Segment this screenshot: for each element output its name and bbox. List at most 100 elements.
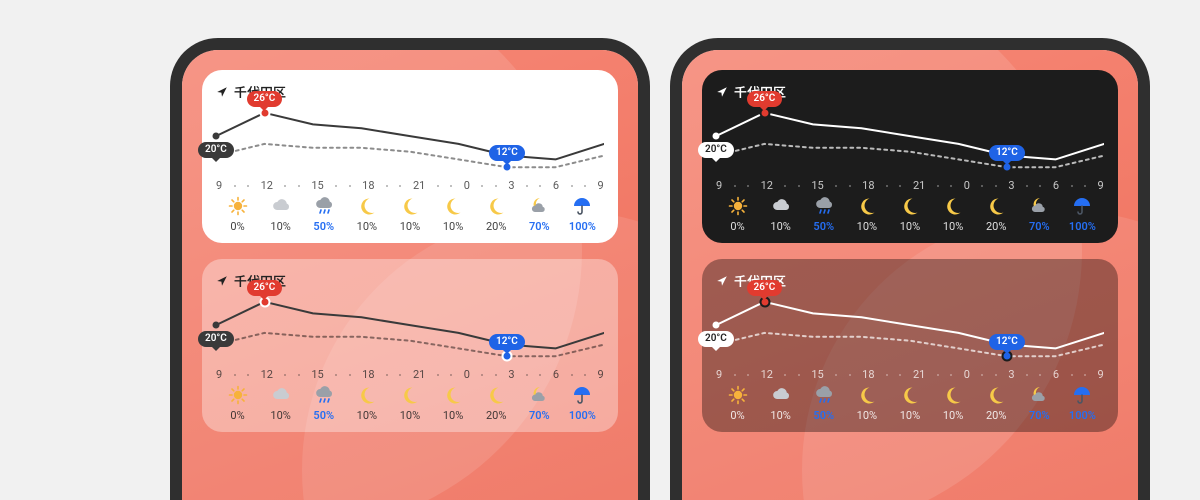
sun-icon (728, 385, 748, 405)
precip-value: 10% (388, 409, 431, 422)
condition-cell (802, 196, 845, 216)
precip-value: 10% (888, 220, 931, 233)
phone-frame-light: 千代田区 20°C 26°C 12°C 9121518210369 0%10%5… (170, 38, 650, 500)
widget-stack: 千代田区 20°C 26°C 12°C 9121518210369 0%10%5… (182, 50, 638, 500)
hour-label: 9 (216, 179, 222, 192)
hour-label: 21 (413, 368, 425, 381)
hour-tick-dot (481, 374, 483, 376)
hour-tick-dot (495, 374, 497, 376)
condition-cell (388, 196, 431, 216)
hour-tick-dot (526, 185, 528, 187)
hour-tick-dot (284, 374, 286, 376)
chart-point-start (713, 133, 720, 140)
precip-value: 50% (302, 409, 345, 422)
moon-icon (943, 196, 963, 216)
weather-widget[interactable]: 千代田区 20°C 26°C 12°C 9121518210369 0%10%5… (702, 259, 1118, 432)
hour-tick-dot (481, 185, 483, 187)
condition-cell (845, 196, 888, 216)
moon-icon (443, 196, 463, 216)
weather-widget[interactable]: 千代田区 20°C 26°C 12°C 9121518210369 0%10%5… (202, 70, 618, 243)
condition-cell (561, 196, 604, 216)
precip-value: 10% (259, 409, 302, 422)
weather-widget[interactable]: 千代田区 20°C 26°C 12°C 9121518210369 0%10%5… (702, 70, 1118, 243)
hour-tick-dot (1084, 374, 1086, 376)
sun-icon (728, 196, 748, 216)
moon-cloud-icon (529, 196, 549, 216)
hour-tick-dot (1071, 374, 1073, 376)
precip-value: 100% (1061, 220, 1104, 233)
hour-tick-dot (437, 185, 439, 187)
precip-value: 20% (975, 409, 1018, 422)
hour-label: 18 (862, 368, 874, 381)
widget-stack: 千代田区 20°C 26°C 12°C 9121518210369 0%10%5… (682, 50, 1138, 500)
chart-point-start (213, 322, 220, 329)
hour-tick-dot (234, 374, 236, 376)
umbrella-icon (572, 196, 592, 216)
weather-widget[interactable]: 千代田区 20°C 26°C 12°C 9121518210369 0%10%5… (202, 259, 618, 432)
moon-icon (357, 385, 377, 405)
temperature-chart: 20°C 26°C 12°C (716, 294, 1104, 364)
moon-icon (486, 196, 506, 216)
umbrella-icon (1072, 385, 1092, 405)
condition-cell (932, 196, 975, 216)
precip-value: 10% (432, 220, 475, 233)
hour-label: 15 (811, 179, 823, 192)
cloud-rain-icon (314, 196, 334, 216)
hour-tick-dot (747, 374, 749, 376)
hour-tick-dot (849, 374, 851, 376)
precip-value: 10% (259, 220, 302, 233)
precip-value: 10% (388, 220, 431, 233)
condition-cell (216, 196, 259, 216)
condition-cell (259, 385, 302, 405)
precip-value: 0% (716, 409, 759, 422)
precip-value: 10% (845, 220, 888, 233)
hour-tick-dot (886, 185, 888, 187)
hour-tick-dot (886, 374, 888, 376)
temperature-chart: 20°C 26°C 12°C (716, 105, 1104, 175)
precip-row: 0%10%50%10%10%10%20%70%100% (216, 220, 604, 233)
location-arrow-icon (716, 275, 728, 287)
precip-value: 50% (302, 220, 345, 233)
hour-tick-dot (539, 185, 541, 187)
condition-cell (475, 385, 518, 405)
condition-cell (1018, 196, 1061, 216)
hour-tick-dot (937, 185, 939, 187)
hour-label: 12 (761, 179, 773, 192)
umbrella-icon (1072, 196, 1092, 216)
hour-label: 6 (1053, 179, 1059, 192)
hour-tick-dot (450, 374, 452, 376)
hour-tick-dot (571, 185, 573, 187)
hour-axis: 9121518210369 (716, 368, 1104, 381)
precip-row: 0%10%50%10%10%10%20%70%100% (216, 409, 604, 422)
hour-label: 12 (261, 179, 273, 192)
temperature-chart: 20°C 26°C 12°C (216, 105, 604, 175)
moon-icon (400, 196, 420, 216)
condition-cell (975, 196, 1018, 216)
hour-tick-dot (798, 185, 800, 187)
hour-label: 18 (862, 179, 874, 192)
temp-badge-low: 12°C (489, 145, 525, 161)
moon-icon (857, 196, 877, 216)
hour-label: 9 (598, 368, 604, 381)
condition-cell (216, 385, 259, 405)
condition-cell (561, 385, 604, 405)
hour-tick-dot (734, 374, 736, 376)
hour-tick-dot (386, 185, 388, 187)
hour-tick-dot (734, 185, 736, 187)
umbrella-icon (572, 385, 592, 405)
temp-badge-start: 20°C (698, 142, 734, 158)
hour-label: 15 (311, 179, 323, 192)
condition-cell (345, 385, 388, 405)
hour-tick-dot (584, 185, 586, 187)
precip-value: 70% (518, 220, 561, 233)
precip-value: 0% (716, 220, 759, 233)
hour-label: 9 (598, 179, 604, 192)
hour-label: 9 (216, 368, 222, 381)
hour-tick-dot (298, 374, 300, 376)
cloud-rain-icon (314, 385, 334, 405)
cloud-rain-icon (814, 385, 834, 405)
moon-cloud-icon (1029, 196, 1049, 216)
hour-label: 3 (1008, 179, 1014, 192)
sun-icon (228, 385, 248, 405)
moon-icon (486, 385, 506, 405)
